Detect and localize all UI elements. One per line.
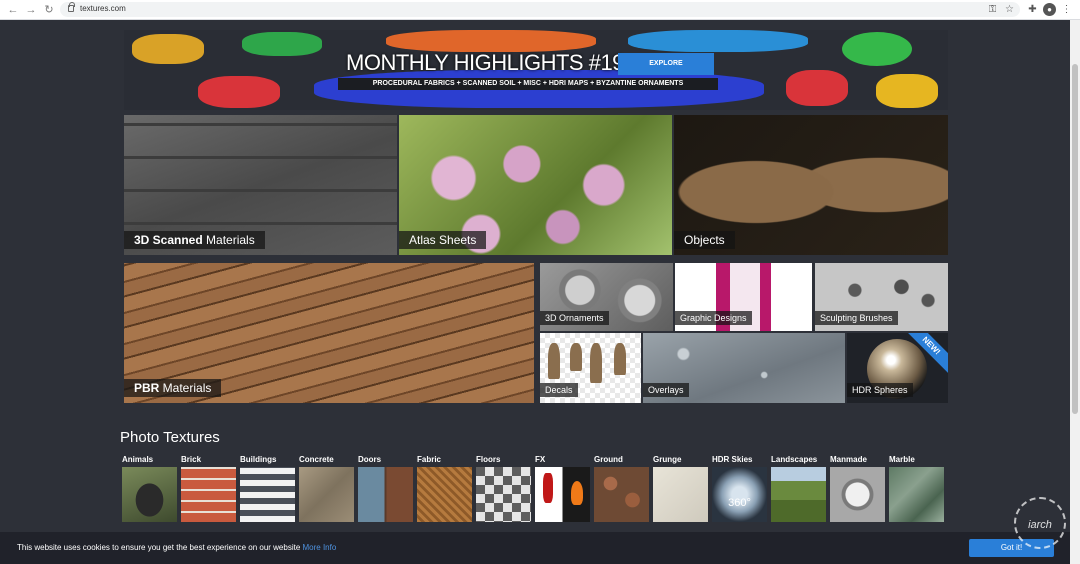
ornament-green-circle (842, 32, 912, 66)
tile-label: Graphic Designs (675, 311, 752, 325)
category-landscapes[interactable]: Landscapes (771, 455, 826, 522)
ornament-yellow (876, 74, 938, 108)
category-brick[interactable]: Brick (181, 455, 236, 522)
more-info-link[interactable]: More Info (303, 543, 337, 552)
tile-label: Objects (674, 231, 735, 249)
extensions-icon[interactable]: ✚ (1026, 3, 1039, 16)
category-hdr-skies[interactable]: HDR Skies 360° (712, 455, 767, 522)
ornament-blue (628, 30, 808, 52)
tile-objects[interactable]: Objects (674, 115, 948, 255)
fire-icon (571, 481, 583, 505)
cookie-banner: This website uses cookies to ensure you … (0, 532, 1070, 564)
reload-icon[interactable]: ↻ (42, 3, 56, 17)
tile-atlas-sheets[interactable]: Atlas Sheets (399, 115, 672, 255)
lock-icon (68, 2, 75, 12)
tile-label: Sculpting Brushes (815, 311, 898, 325)
key-icon[interactable]: ⚿ (986, 3, 999, 16)
back-icon[interactable]: ← (6, 3, 20, 17)
category-thumbnail (122, 467, 177, 522)
category-thumbnail (830, 467, 885, 522)
category-marble[interactable]: Marble (889, 455, 944, 522)
category-thumbnail (771, 467, 826, 522)
page-scrollbar[interactable] (1070, 20, 1080, 564)
tile-label: HDR Spheres (847, 383, 913, 397)
category-thumbnail (240, 467, 295, 522)
ornament-gold (132, 34, 204, 64)
tile-label: Atlas Sheets (399, 231, 487, 249)
tile-3d-ornaments[interactable]: 3D Ornaments (540, 263, 673, 331)
forward-icon[interactable]: → (24, 3, 38, 17)
category-thumbnail (417, 467, 472, 522)
category-ground[interactable]: Ground (594, 455, 649, 522)
blood-splash-icon (543, 473, 553, 503)
tile-hdr-spheres[interactable]: NEW! HDR Spheres (847, 333, 948, 403)
category-animals[interactable]: Animals (122, 455, 177, 522)
category-thumbnail (181, 467, 236, 522)
decal-image (590, 343, 602, 383)
monthly-highlights-banner[interactable]: MONTHLY HIGHLIGHTS #19 PROCEDURAL FABRIC… (124, 30, 948, 110)
photo-textures-heading: Photo Textures (120, 429, 220, 446)
category-thumbnail (653, 467, 708, 522)
star-icon[interactable]: ☆ (1003, 3, 1016, 16)
decal-image (570, 343, 582, 371)
category-thumbnail (535, 467, 590, 522)
tile-3d-scanned-materials[interactable]: 3D Scanned Materials (124, 115, 397, 255)
tile-pbr-materials[interactable]: PBR Materials (124, 263, 534, 403)
tile-label: 3D Scanned Materials (124, 231, 265, 249)
profile-icon[interactable]: ● (1043, 3, 1056, 16)
explore-button[interactable]: EXPLORE (618, 53, 714, 75)
cookie-message: This website uses cookies to ensure you … (17, 543, 337, 552)
tile-sculpting-brushes[interactable]: Sculpting Brushes (815, 263, 948, 331)
banner-title: MONTHLY HIGHLIGHTS #19 (346, 50, 624, 75)
category-fx[interactable]: FX (535, 455, 590, 522)
category-thumbnail: 360° (712, 467, 767, 522)
category-grunge[interactable]: Grunge (653, 455, 708, 522)
category-buildings[interactable]: Buildings (240, 455, 295, 522)
ornament-red-right (786, 70, 848, 106)
ornament-orange (386, 30, 596, 52)
tile-label: Overlays (643, 383, 689, 397)
category-thumbnail (476, 467, 531, 522)
tile-label: 3D Ornaments (540, 311, 609, 325)
360-badge: 360° (728, 497, 751, 509)
category-thumbnail (299, 467, 354, 522)
tile-overlays[interactable]: Overlays (643, 333, 845, 403)
menu-icon[interactable]: ⋮ (1060, 3, 1073, 16)
ornament-red (198, 76, 280, 108)
category-thumbnail (358, 467, 413, 522)
category-floors[interactable]: Floors (476, 455, 531, 522)
tile-label: PBR Materials (124, 379, 222, 397)
address-bar[interactable]: textures.com (60, 2, 1020, 17)
decal-image (614, 343, 626, 375)
category-concrete[interactable]: Concrete (299, 455, 354, 522)
category-fabric[interactable]: Fabric (417, 455, 472, 522)
category-manmade[interactable]: Manmade (830, 455, 885, 522)
category-thumbnail (889, 467, 944, 522)
watermark-logo: iarch (1014, 497, 1066, 549)
category-doors[interactable]: Doors (358, 455, 413, 522)
ornament-green (242, 32, 322, 56)
scrollbar-thumb[interactable] (1072, 64, 1078, 414)
tile-decals[interactable]: Decals (540, 333, 641, 403)
category-thumbnail (594, 467, 649, 522)
tile-label: Decals (540, 383, 578, 397)
tile-graphic-designs[interactable]: Graphic Designs (675, 263, 812, 331)
decal-image (548, 343, 560, 379)
url-text: textures.com (80, 4, 126, 13)
browser-toolbar: ← → ↻ textures.com ⚿ ☆ ✚ ● ⋮ (0, 0, 1080, 20)
banner-subtitle: PROCEDURAL FABRICS + SCANNED SOIL + MISC… (338, 78, 718, 90)
